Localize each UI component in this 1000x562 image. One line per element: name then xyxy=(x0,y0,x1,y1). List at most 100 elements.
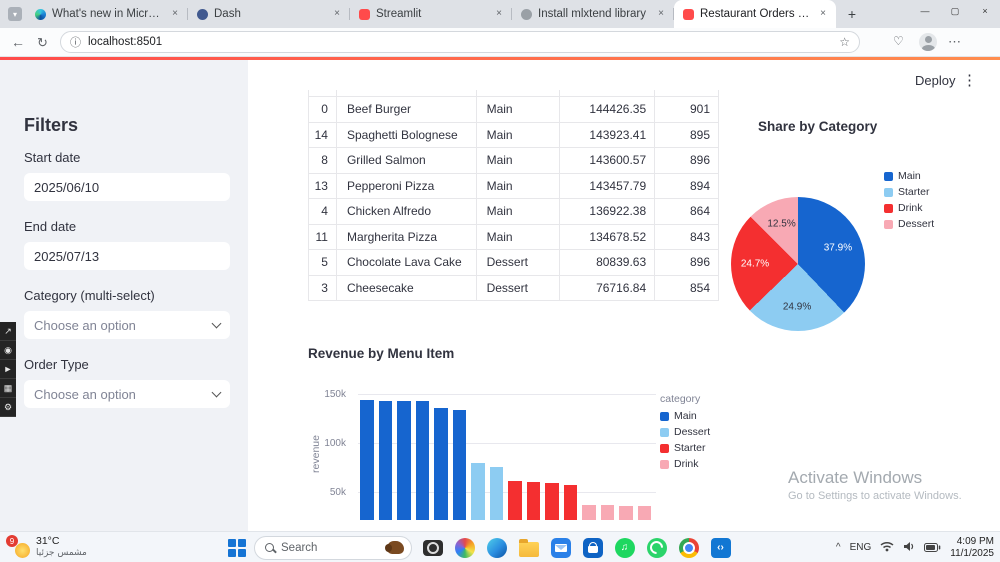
legend-item-main[interactable]: Main xyxy=(884,170,934,182)
browser-essentials-icon[interactable]: ♡ xyxy=(893,34,904,48)
refresh-icon[interactable]: ↻ xyxy=(37,35,48,51)
deploy-button[interactable]: Deploy xyxy=(915,73,955,88)
y-tick-label: 150k xyxy=(324,389,346,400)
language-indicator[interactable]: ENG xyxy=(850,542,872,553)
bar-starter[interactable] xyxy=(508,481,522,520)
camera-icon[interactable] xyxy=(420,535,445,560)
start-date-input[interactable]: 2025/06/10 xyxy=(24,173,230,201)
legend-item-drink[interactable]: Drink xyxy=(660,458,710,470)
package-favicon xyxy=(521,8,532,20)
browser-menu-ellipsis[interactable]: ⋯ xyxy=(948,34,962,50)
address-bar[interactable]: ⓘ localhost:8501 ☆ xyxy=(60,31,860,53)
photos-icon[interactable] xyxy=(452,535,477,560)
site-info-icon[interactable]: ⓘ xyxy=(70,34,81,50)
bar-drink[interactable] xyxy=(582,504,596,520)
store-icon[interactable] xyxy=(580,535,605,560)
tab-close-icon[interactable]: × xyxy=(816,7,830,21)
legend-swatch xyxy=(884,171,893,181)
bar-starter[interactable] xyxy=(545,483,559,520)
legend-item-dessert[interactable]: Dessert xyxy=(884,218,934,230)
table-row: 4 Chicken Alfredo Main 136922.38 864 xyxy=(309,199,719,225)
order-type-select[interactable]: Choose an option xyxy=(24,380,230,408)
bar-drink[interactable] xyxy=(600,505,614,520)
bar-starter[interactable] xyxy=(563,484,577,520)
profile-avatar[interactable] xyxy=(919,33,937,51)
edge-icon[interactable] xyxy=(484,535,509,560)
end-date-input[interactable]: 2025/07/13 xyxy=(24,242,230,270)
search-daily-animal-icon[interactable] xyxy=(385,541,404,554)
settings-icon[interactable]: ⚙ xyxy=(0,398,16,417)
favorite-star-icon[interactable]: ☆ xyxy=(839,35,850,49)
tab-actions-icon[interactable]: ▾ xyxy=(8,7,22,21)
table-cell xyxy=(309,90,337,96)
legend-swatch xyxy=(660,427,669,437)
table-cell: 854 xyxy=(655,275,719,300)
legend-item-starter[interactable]: Starter xyxy=(884,186,934,198)
legend-label: Dessert xyxy=(674,426,711,438)
bar-drink[interactable] xyxy=(637,506,651,520)
tab-close-icon[interactable]: × xyxy=(330,7,344,21)
tab-close-icon[interactable]: × xyxy=(168,7,182,21)
record-icon[interactable]: ► xyxy=(0,360,16,379)
sidebar: Filters Start date 2025/06/10 End date 2025… xyxy=(0,60,248,531)
bar-dessert[interactable] xyxy=(471,462,485,520)
browser-tab-streamlit[interactable]: Streamlit × xyxy=(350,0,512,28)
file-explorer-icon[interactable] xyxy=(516,535,541,560)
vscode-icon[interactable] xyxy=(708,535,733,560)
chrome-icon[interactable] xyxy=(676,535,701,560)
table-cell: 896 xyxy=(655,148,719,173)
camera-icon[interactable]: ◉ xyxy=(0,341,16,360)
bar-main[interactable] xyxy=(397,401,411,520)
bar-drink[interactable] xyxy=(619,505,633,520)
legend-item-starter[interactable]: Starter xyxy=(660,442,710,454)
share-icon[interactable]: ↗ xyxy=(0,322,16,341)
spotify-icon[interactable] xyxy=(612,535,637,560)
close-window-button[interactable]: × xyxy=(970,0,1000,22)
tab-close-icon[interactable]: × xyxy=(492,7,506,21)
browser-tab-restaurant-orders-dashboard[interactable]: Restaurant Orders Dashboard × xyxy=(674,0,836,28)
whatsapp-icon[interactable] xyxy=(644,535,669,560)
bar-main[interactable] xyxy=(434,407,448,520)
minimize-button[interactable]: — xyxy=(910,0,940,22)
browser-tab-install-mlxtend-library[interactable]: Install mlxtend library × xyxy=(512,0,674,28)
table-row: 14 Spaghetti Bolognese Main 143923.41 895 xyxy=(309,122,719,148)
mail-icon[interactable] xyxy=(548,535,573,560)
tab-close-icon[interactable]: × xyxy=(654,7,668,21)
url-text[interactable]: localhost:8501 xyxy=(88,36,832,48)
legend-item-drink[interactable]: Drink xyxy=(884,202,934,214)
orders-table[interactable]: 0 Beef Burger Main 144426.35 901 14 Spaghetti … xyxy=(308,90,719,301)
tray-chevron-icon[interactable]: ^ xyxy=(836,542,841,553)
battery-icon[interactable] xyxy=(924,539,941,557)
browser-tab-dash[interactable]: Dash × xyxy=(188,0,350,28)
pie-chart[interactable]: 37.9% 24.9% 24.7% 12.5% xyxy=(731,197,865,331)
wifi-icon[interactable] xyxy=(880,539,894,557)
start-button[interactable] xyxy=(228,538,246,557)
taskbar-search[interactable]: Search xyxy=(254,535,412,560)
bar-main[interactable] xyxy=(415,401,429,520)
legend-item-dessert[interactable]: Dessert xyxy=(660,426,710,438)
bar-chart[interactable] xyxy=(358,390,656,520)
category-multi-select-select[interactable]: Choose an option xyxy=(24,311,230,339)
table-cell: Main xyxy=(477,173,561,198)
bar-starter[interactable] xyxy=(526,482,540,520)
taskbar-clock[interactable]: 4:09 PM 11/1/2025 xyxy=(950,536,994,559)
volume-icon[interactable] xyxy=(903,539,915,557)
legend-item-main[interactable]: Main xyxy=(660,410,710,422)
browser-tab-what-s-new-in-microsoft-edge[interactable]: What's new in Microsoft Edge × xyxy=(26,0,188,28)
maximize-button[interactable]: ▢ xyxy=(940,0,970,22)
table-cell: Margherita Pizza xyxy=(337,224,477,249)
y-tick-label: 50k xyxy=(329,487,346,498)
bar-dessert[interactable] xyxy=(489,466,503,520)
app-menu-kebab-icon[interactable]: ⋮ xyxy=(962,71,977,89)
back-icon[interactable]: ← xyxy=(11,34,25,50)
weather-widget[interactable]: 9 31°C مشمس جزئيا xyxy=(6,535,87,559)
sidebar-field: Order Type Choose an option xyxy=(24,357,230,408)
bar-main[interactable] xyxy=(378,400,392,520)
y-tick-label: 100k xyxy=(324,438,346,449)
table-cell: Grilled Salmon xyxy=(337,148,477,173)
chevron-down-icon xyxy=(211,318,222,329)
bar-main[interactable] xyxy=(360,400,374,520)
bar-main[interactable] xyxy=(452,410,466,520)
window-icon[interactable]: ▦ xyxy=(0,379,16,398)
new-tab-button[interactable]: + xyxy=(842,4,862,24)
